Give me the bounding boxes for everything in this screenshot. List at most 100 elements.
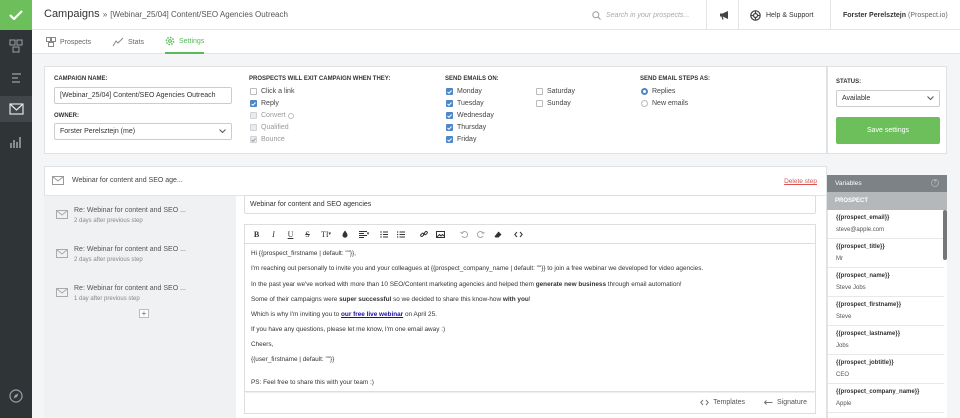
exit-click-link-checkbox[interactable]: Click a link xyxy=(250,88,294,95)
day-monday-checkbox[interactable]: Monday xyxy=(446,88,482,95)
prospects-nav-icon[interactable] xyxy=(8,38,24,54)
text-color-button[interactable] xyxy=(336,225,353,243)
exit-reply-label: Reply xyxy=(261,100,279,107)
variable-value: Jobs xyxy=(836,343,849,349)
redo-icon xyxy=(476,230,485,238)
day-thursday-label: Thursday xyxy=(457,124,487,131)
status-label: STATUS: xyxy=(836,79,862,85)
step-title: Re: Webinar for content and SEO ... xyxy=(74,285,186,292)
undo-icon xyxy=(459,230,468,238)
undo-button[interactable] xyxy=(455,225,472,243)
signature-button[interactable]: Signature xyxy=(764,399,807,406)
sequence-step[interactable]: Re: Webinar for content and SEO ... 2 da… xyxy=(52,202,228,240)
list-nav-icon[interactable] xyxy=(8,70,24,86)
step-title: Re: Webinar for content and SEO ... xyxy=(74,246,186,253)
align-button[interactable]: ▾ xyxy=(353,225,375,243)
campaign-name-input[interactable]: [Webinar_25/04] Content/SEO Agencies Out… xyxy=(54,87,232,104)
clear-formatting-button[interactable] xyxy=(489,225,506,243)
delete-step-link[interactable]: Delete step xyxy=(784,178,817,185)
body-bold-text: generate new business xyxy=(535,281,607,288)
body-paragraph: I'm reaching out personally to invite yo… xyxy=(251,265,704,272)
announcements-button[interactable] xyxy=(714,0,736,30)
scrollbar[interactable] xyxy=(943,210,947,260)
variable-key: {{prospect_email}} xyxy=(836,215,890,221)
status-select[interactable]: Available xyxy=(836,90,940,107)
send-as-new-emails-label: New emails xyxy=(652,100,689,107)
align-left-icon xyxy=(358,230,367,238)
add-step-button[interactable]: + xyxy=(139,309,149,318)
help-support-button[interactable]: Help & Support xyxy=(750,0,813,30)
body-paragraph: Which is why I'm inviting you to our fre… xyxy=(251,311,437,318)
tab-stats[interactable]: Stats xyxy=(112,30,144,54)
link-button[interactable] xyxy=(415,225,432,243)
image-button[interactable] xyxy=(432,225,449,243)
webinar-link[interactable]: our free live webinar xyxy=(341,311,403,318)
day-saturday-checkbox[interactable]: Saturday xyxy=(536,88,575,95)
variable-item[interactable]: {{prospect_lastname}} Jobs xyxy=(828,326,944,355)
breadcrumb-campaigns[interactable]: Campaigns xyxy=(44,8,100,20)
day-friday-checkbox[interactable]: Friday xyxy=(446,136,476,143)
variable-key: {{prospect_lastname}} xyxy=(836,331,901,337)
campaigns-nav-icon[interactable] xyxy=(8,101,24,117)
underline-button[interactable]: U xyxy=(282,225,299,243)
exit-bounce-label: Bounce xyxy=(261,136,285,143)
send-as-replies-radio[interactable]: Replies xyxy=(641,88,675,95)
send-as-new-emails-radio[interactable]: New emails xyxy=(641,100,688,107)
variable-item[interactable]: {{prospect_firstname}} Steve xyxy=(828,297,944,326)
exit-reply-checkbox[interactable]: Reply xyxy=(250,100,279,107)
variable-item[interactable]: {{prospect_name}} Steve Jobs xyxy=(828,268,944,297)
breadcrumb-campaign-name: [Webinar_25/04] Content/SEO Agencies Out… xyxy=(110,10,288,19)
variable-item[interactable]: {{prospect_jobtitle}} CEO xyxy=(828,355,944,384)
help-support-label: Help & Support xyxy=(766,11,814,19)
step-delay: 1 day after previous step xyxy=(74,296,140,302)
search-input[interactable]: Search in your prospects... xyxy=(606,12,689,19)
body-text: Which is why I'm inviting you to xyxy=(251,311,342,318)
variable-item[interactable]: {{prospect_email}} steve@apple.com xyxy=(828,210,944,239)
variable-key: {{prospect_jobtitle}} xyxy=(836,360,894,366)
variable-value: Steve Jobs xyxy=(836,285,866,291)
droplet-icon xyxy=(342,230,347,238)
owner-select[interactable]: Forster Perelsztejn (me) xyxy=(54,123,232,140)
source-code-button[interactable] xyxy=(510,225,527,243)
body-text: Some of their campaigns were xyxy=(251,296,340,303)
status-panel: STATUS: Available Save settings xyxy=(827,66,947,154)
day-thursday-checkbox[interactable]: Thursday xyxy=(446,124,486,131)
templates-button[interactable]: Templates xyxy=(700,399,745,406)
campaign-tabs: Prospects Stats Settings xyxy=(32,30,960,54)
redo-button[interactable] xyxy=(472,225,489,243)
divider xyxy=(830,0,831,30)
subject-input[interactable]: Webinar for content and SEO agencies xyxy=(244,195,816,214)
compass-icon[interactable] xyxy=(8,388,24,404)
user-menu[interactable]: Forster Perelsztejn (Prospect.io) xyxy=(843,0,948,30)
exit-bounce-checkbox: Bounce xyxy=(250,136,285,143)
help-icon[interactable]: ? xyxy=(931,179,939,187)
italic-button[interactable]: I xyxy=(265,225,282,243)
tab-prospects[interactable]: Prospects xyxy=(46,30,91,54)
day-sunday-checkbox[interactable]: Sunday xyxy=(536,100,571,107)
sequence-step[interactable]: Re: Webinar for content and SEO ... 2 da… xyxy=(52,241,228,279)
main-step-header[interactable]: Webinar for content and SEO age... Delet… xyxy=(44,166,827,196)
bold-button[interactable]: B xyxy=(248,225,265,243)
step-delay: 2 days after previous step xyxy=(74,257,143,263)
reports-nav-icon[interactable] xyxy=(8,134,24,150)
day-tuesday-checkbox[interactable]: Tuesday xyxy=(446,100,484,107)
tab-settings[interactable]: Settings xyxy=(165,30,205,54)
megaphone-icon xyxy=(720,11,728,20)
day-tuesday-label: Tuesday xyxy=(457,100,484,107)
save-settings-button[interactable]: Save settings xyxy=(836,117,940,144)
strikethrough-button[interactable]: S xyxy=(299,225,316,243)
day-wednesday-checkbox[interactable]: Wednesday xyxy=(446,112,494,119)
envelope-icon xyxy=(52,176,64,185)
body-paragraph: In the past year we've worked with more … xyxy=(251,281,682,288)
font-size-button[interactable]: TI ▾ xyxy=(316,225,336,243)
exit-convert-label: Convert xyxy=(261,112,286,119)
body-text: ! xyxy=(528,296,531,303)
bullet-list-button[interactable] xyxy=(392,225,409,243)
email-body-editor[interactable]: Hi {{prospect_firstname | default: ""}},… xyxy=(244,244,816,392)
variable-item[interactable]: {{prospect_company_name}} Apple xyxy=(828,384,944,413)
ordered-list-button[interactable] xyxy=(375,225,392,243)
exit-click-link-label: Click a link xyxy=(261,88,295,95)
variable-item[interactable]: {{prospect_title}} Mr xyxy=(828,239,944,268)
logo-icon[interactable] xyxy=(0,0,32,30)
envelope-icon xyxy=(56,249,68,258)
